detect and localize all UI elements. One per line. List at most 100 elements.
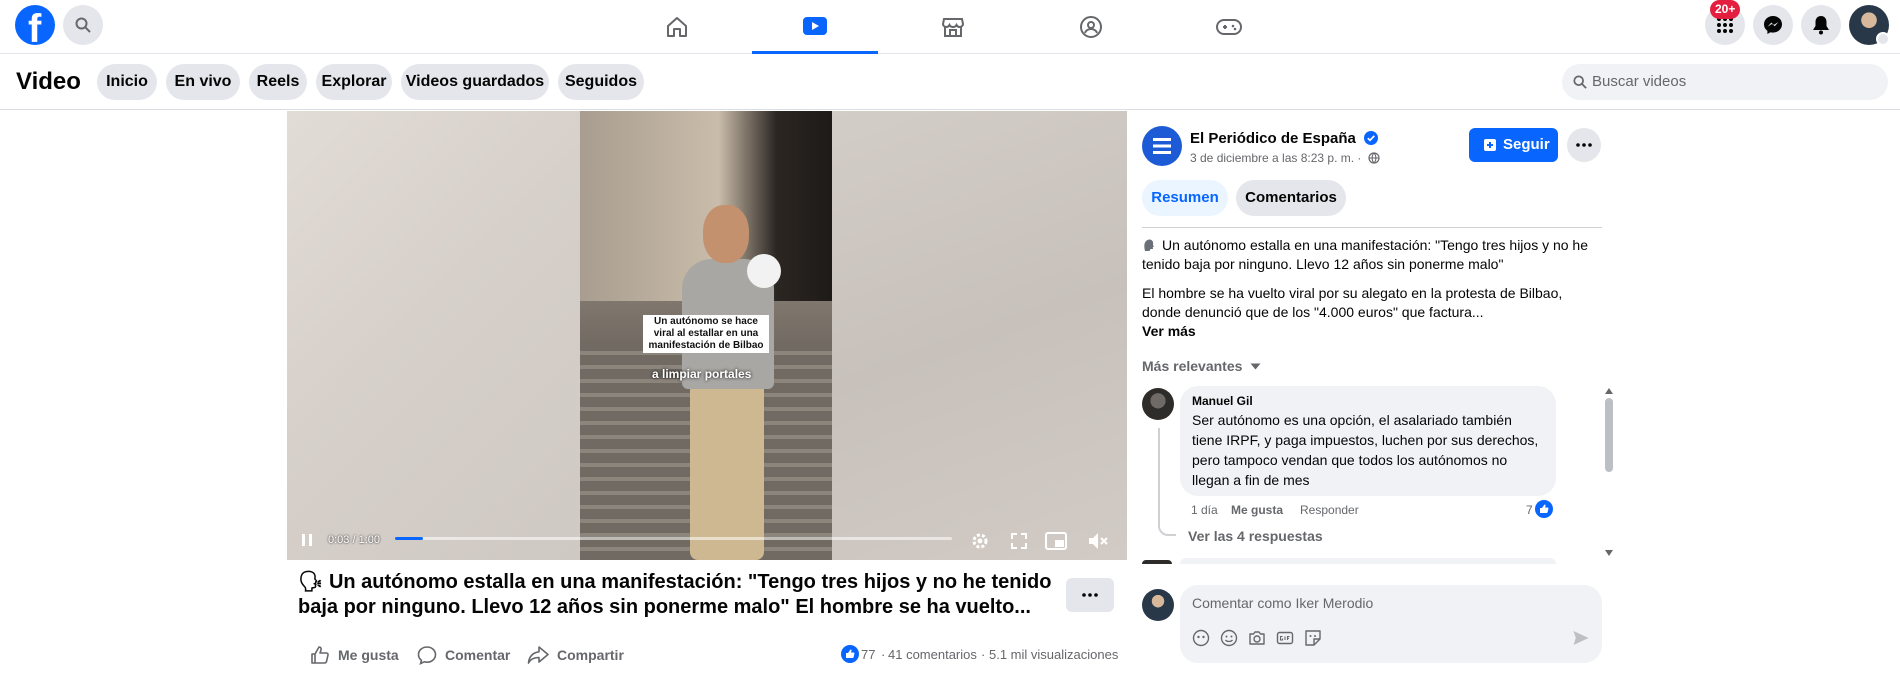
comment-input-placeholder: Comentar como Iker Merodio [1192,595,1374,611]
messenger-button[interactable] [1753,5,1793,45]
search-button[interactable] [63,5,103,45]
comment-text: Ser autónomo es una opción, el asalariad… [1192,412,1539,488]
comment-sort-dropdown[interactable]: Más relevantes [1142,358,1261,374]
stat-separator-1: · [881,647,886,662]
search-icon [75,17,91,33]
post-description-headline: Un autónomo estalla en una manifestación… [1142,236,1602,274]
page-logo[interactable] [1142,126,1182,166]
next-comment-avatar-partial [1142,560,1172,564]
notifications-badge: 20+ [1710,0,1741,19]
more-dots-icon [1576,143,1592,147]
video-progress-fill [395,537,423,540]
bell-icon [1813,16,1829,35]
post-description-headline-text: Un autónomo estalla en una manifestación… [1142,237,1589,272]
scroll-up-icon[interactable] [1605,388,1613,394]
pause-icon[interactable] [301,533,313,547]
video-icon [803,16,827,35]
account-chevron-icon[interactable] [1876,32,1890,46]
chip-seguidos[interactable]: Seguidos [558,64,644,100]
see-more-link[interactable]: Ver más [1142,323,1196,339]
comment-reply-link[interactable]: Responder [1300,503,1359,517]
follow-button[interactable]: Seguir [1469,128,1558,162]
page-more-button[interactable] [1567,128,1601,162]
tab-marketplace[interactable] [890,0,1016,54]
comment-like-link[interactable]: Me gusta [1231,503,1283,517]
picture-in-picture-icon[interactable] [1045,531,1067,551]
comment-author-avatar[interactable] [1142,388,1174,420]
views-count: 5.1 mil visualizaciones [989,647,1119,662]
follow-label: Seguir [1503,136,1550,153]
tab-resumen[interactable]: Resumen [1142,180,1228,216]
tab-gaming[interactable] [1166,0,1292,54]
chip-en-vivo[interactable]: En vivo [166,64,240,100]
share-button[interactable]: Compartir [527,644,624,666]
person-head [703,205,749,263]
comments-count[interactable]: 41 comentarios [888,647,977,662]
avatar-sticker-icon[interactable] [1192,629,1210,647]
video-overlay-caption: Un autónomo se hace viral al estallar en… [643,315,769,353]
stat-separator-2: · [981,647,986,662]
chip-inicio[interactable]: Inicio [97,64,157,100]
post-date[interactable]: 3 de diciembre a las 8:23 p. m. · [1190,151,1380,165]
blurred-background-right [832,111,1127,560]
reply-thread-line [1158,428,1176,536]
megaphone [747,254,781,288]
comment-age[interactable]: 1 día [1191,503,1218,517]
comment-label: Comentar [445,647,511,663]
chip-reels[interactable]: Reels [249,64,307,100]
notifications-button[interactable] [1801,5,1841,45]
search-icon [1573,75,1587,89]
fullscreen-icon[interactable] [1010,532,1028,550]
gaming-icon [1216,19,1242,35]
more-dots-icon [1082,593,1098,597]
globe-icon [1368,152,1380,164]
settings-icon[interactable] [970,531,990,551]
gif-icon[interactable] [1276,629,1294,647]
comment-input-tools [1192,629,1322,647]
tab-video[interactable] [752,0,878,54]
send-icon[interactable] [1572,629,1590,647]
comment-icon [417,646,437,665]
comment-input[interactable]: Comentar como Iker Merodio [1180,585,1602,663]
comment-reaction-count[interactable]: 7 [1526,503,1533,517]
post-more-button[interactable] [1066,578,1114,612]
comments-scroll-thumb[interactable] [1605,398,1613,472]
likes-count[interactable]: 77 [861,647,875,662]
video-controls: 0:03 / 1:00 [287,521,1127,560]
comment-author[interactable]: Manuel Gil [1192,394,1253,408]
post-title: 🗣 Un autónomo estalla en una manifestaci… [298,570,1058,620]
comment-button[interactable]: Comentar [417,644,510,666]
thumbs-up-icon [311,646,329,664]
messenger-icon [1764,16,1782,34]
sticker-icon[interactable] [1304,629,1322,647]
chip-explorar[interactable]: Explorar [316,64,392,100]
current-user-avatar[interactable] [1142,589,1174,621]
like-reaction-icon [1535,500,1553,518]
speaking-head-icon [1144,239,1154,251]
chevron-down-icon [1250,363,1261,370]
mute-icon[interactable] [1087,531,1109,551]
page-title: Video [16,68,81,95]
camera-icon[interactable] [1248,629,1266,647]
video-search-input[interactable]: Buscar videos [1562,64,1888,100]
share-label: Compartir [557,647,624,663]
facebook-logo[interactable]: f [15,5,55,45]
view-replies-link[interactable]: Ver las 4 respuestas [1188,528,1323,544]
like-button[interactable]: Me gusta [310,644,399,666]
follow-icon [1484,139,1496,151]
video-progress-bar[interactable] [395,537,952,540]
tab-home[interactable] [614,0,740,54]
like-reaction-icon [841,645,859,663]
tab-groups[interactable] [1028,0,1154,54]
top-navigation-bar: f 20+ [0,0,1900,54]
chip-videos-guardados[interactable]: Videos guardados [401,64,549,100]
emoji-icon[interactable] [1220,629,1238,647]
video-player[interactable]: Un autónomo se hace viral al estallar en… [287,111,1127,560]
speaking-head-emoji: 🗣 [298,571,324,593]
home-icon [667,17,687,37]
scroll-down-icon[interactable] [1605,550,1613,556]
page-name[interactable]: El Periódico de España [1190,130,1379,147]
blurred-background-left [287,111,580,560]
comment-bubble: Manuel Gil Ser autónomo es una opción, e… [1180,386,1556,496]
tab-comentarios[interactable]: Comentarios [1236,180,1346,216]
